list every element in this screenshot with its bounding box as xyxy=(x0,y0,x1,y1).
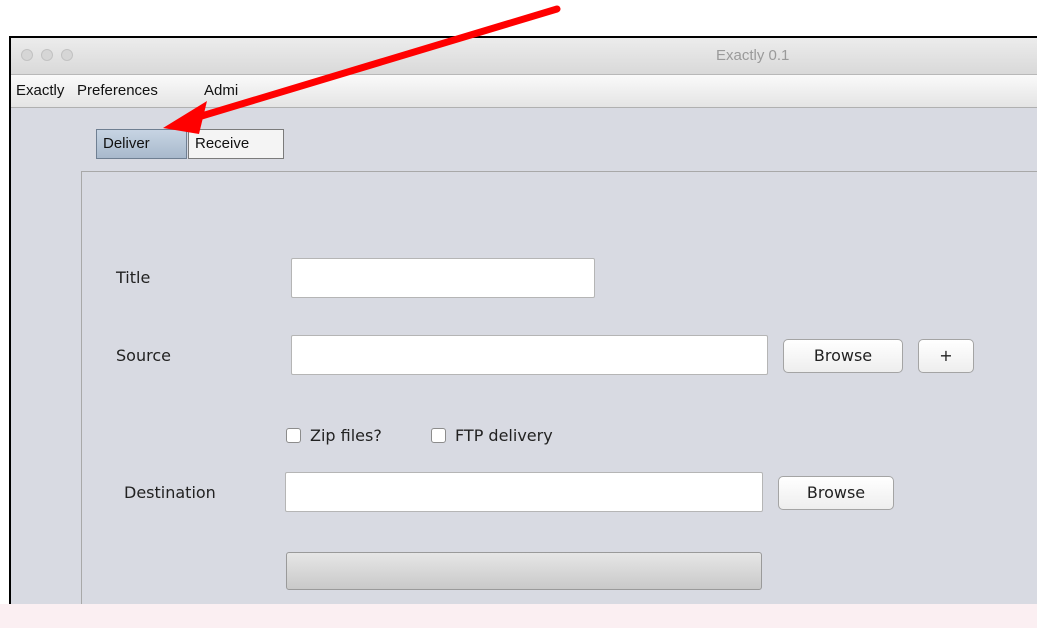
destination-label: Destination xyxy=(124,483,216,502)
source-input[interactable] xyxy=(291,335,768,375)
bottom-strip xyxy=(0,604,1037,628)
title-input[interactable] xyxy=(291,258,595,298)
window-title: Exactly 0.1 xyxy=(716,47,790,64)
title-label: Title xyxy=(116,268,151,287)
menu-item-preferences[interactable]: Preferences xyxy=(77,82,158,99)
ftp-delivery-option[interactable]: FTP delivery xyxy=(431,426,553,445)
zip-files-checkbox[interactable] xyxy=(286,428,301,443)
menu-item-admin[interactable]: Admi xyxy=(204,82,238,99)
ftp-delivery-label: FTP delivery xyxy=(455,426,553,445)
menu-item-exactly[interactable]: Exactly xyxy=(16,82,64,99)
menu-bar: Exactly Preferences Admi xyxy=(11,75,1037,108)
zip-files-label: Zip files? xyxy=(310,426,382,445)
title-bar: Exactly 0.1 xyxy=(11,38,1037,75)
tab-deliver[interactable]: Deliver xyxy=(96,129,187,159)
app-window: Exactly 0.1 Exactly Preferences Admi Del… xyxy=(9,36,1037,628)
add-source-button[interactable]: + xyxy=(918,339,974,373)
source-label: Source xyxy=(116,346,171,365)
destination-input[interactable] xyxy=(285,472,763,512)
left-margin xyxy=(11,108,81,628)
source-browse-button[interactable]: Browse xyxy=(783,339,903,373)
zip-files-option[interactable]: Zip files? xyxy=(286,426,382,445)
minimize-icon[interactable] xyxy=(41,49,53,61)
zoom-icon[interactable] xyxy=(61,49,73,61)
tab-receive[interactable]: Receive xyxy=(188,129,284,159)
close-icon[interactable] xyxy=(21,49,33,61)
delivery-progress-bar xyxy=(286,552,762,590)
destination-browse-button[interactable]: Browse xyxy=(778,476,894,510)
ftp-delivery-checkbox[interactable] xyxy=(431,428,446,443)
